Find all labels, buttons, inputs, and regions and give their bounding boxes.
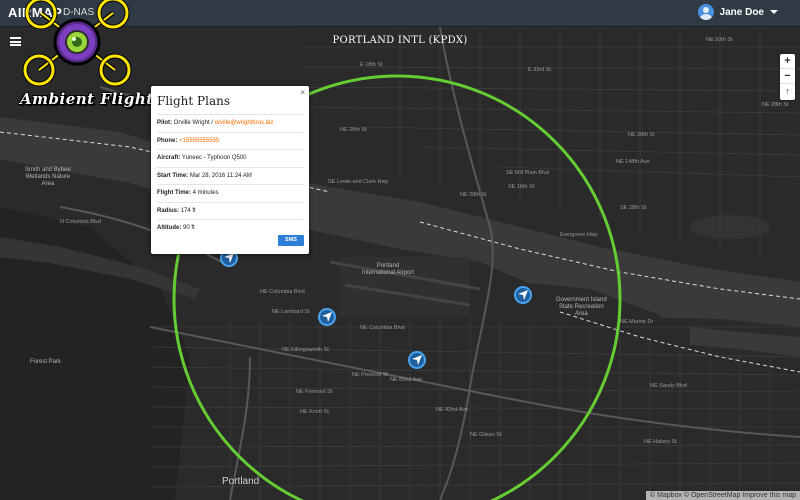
- zoom-out-button[interactable]: −: [780, 69, 795, 84]
- city-label-portland: Portland: [222, 476, 260, 487]
- close-icon[interactable]: ×: [300, 88, 305, 97]
- aircraft-label: Aircraft:: [157, 155, 181, 161]
- flight-time-row: Flight Time: 4 minutes: [157, 184, 303, 202]
- phone-row: Phone: +15555555555: [157, 131, 303, 150]
- start-time-value: Mar 28, 2016 11:24 AM: [189, 172, 252, 179]
- user-name: Jane Doe: [719, 6, 764, 18]
- start-time-label: Start Time:: [157, 172, 189, 179]
- street-label: NE Marine Dr: [620, 319, 654, 325]
- ambient-flight-logo: Ambient Flight: [8, 0, 158, 108]
- place-label-portland-airport: Portland International Airport: [362, 263, 415, 276]
- phone-link[interactable]: +15555555555: [179, 138, 219, 144]
- street-label: NE 28th St: [762, 102, 789, 108]
- street-label: NE 28th St: [460, 192, 487, 198]
- street-label: SE 16th St: [508, 184, 535, 190]
- place-label-government-island: Government Island State Recreation Area: [556, 297, 607, 317]
- street-label: NE Lombard St: [272, 309, 310, 315]
- place-label-smith-bybee: Smith and Bybee Wetlands Nature Area: [25, 167, 71, 187]
- pilot-label: Pilot:: [157, 120, 172, 126]
- flight-plans-popup: × Flight Plans Pilot: Orville Wright / o…: [151, 86, 309, 254]
- street-label: SE 28th St: [620, 205, 647, 211]
- street-label: NE Halsey St: [644, 439, 677, 445]
- street-label: NE Prescott St: [352, 372, 389, 378]
- place-label-forest-park: Forest Park: [30, 359, 62, 365]
- paper-plane-icon: [518, 290, 528, 300]
- altitude-label: Altitude:: [157, 225, 182, 231]
- paper-plane-icon: [224, 253, 234, 263]
- compass-button[interactable]: ↑: [780, 84, 795, 99]
- street-label: NE Fremont St: [296, 389, 333, 395]
- drone-marker[interactable]: [408, 351, 426, 369]
- user-menu[interactable]: Jane Doe: [697, 4, 778, 20]
- radius-row: Radius: 174 ft: [157, 201, 303, 220]
- street-label: NE Columbia Blvd: [260, 289, 305, 295]
- pilot-name: Orville Wright: [173, 120, 210, 126]
- street-label: NE 28th St: [628, 132, 655, 138]
- flight-time-label: Flight Time:: [157, 190, 191, 196]
- street-label: Evergreen Hwy: [560, 232, 598, 238]
- street-label: NE Columbia Blvd: [360, 325, 405, 331]
- popup-title: Flight Plans: [157, 94, 231, 108]
- drone-marker[interactable]: [318, 308, 336, 326]
- user-avatar-icon: [697, 4, 714, 20]
- street-label: NE Killingsworth St: [282, 347, 329, 353]
- flight-time-value: 4 minutes: [192, 190, 219, 196]
- start-time-row: Start Time: Mar 28, 2016 11:24 AM: [157, 166, 303, 185]
- street-label: NE Sandy Blvd: [650, 383, 687, 389]
- street-label: NE 148th Ave: [616, 159, 650, 165]
- zoom-controls: + − ↑: [780, 54, 795, 100]
- street-label: NE Glisan St: [470, 432, 502, 438]
- chevron-down-icon: [770, 10, 778, 14]
- street-label: NE 42nd Ave: [436, 407, 469, 413]
- map-attribution[interactable]: © Mapbox © OpenStreetMap Improve this ma…: [645, 491, 800, 500]
- aircraft-value: Yuneec - Typhoon Q500: [181, 155, 247, 161]
- street-label: N Columbia Blvd: [60, 219, 101, 225]
- paper-plane-icon: [412, 355, 422, 365]
- pilot-email-link[interactable]: orville@wrightbros.biz: [215, 120, 274, 126]
- phone-label: Phone:: [157, 137, 178, 144]
- altitude-value: 90 ft: [183, 225, 195, 231]
- street-label: E 33rd St: [528, 67, 551, 73]
- altitude-row: Altitude: 90 ft: [157, 219, 303, 237]
- paper-plane-icon: [322, 312, 332, 322]
- street-label: SE Lewis and Clark Hwy: [328, 179, 389, 185]
- logo-text: Ambient Flight: [20, 90, 154, 108]
- zoom-in-button[interactable]: +: [780, 54, 795, 69]
- radius-value: 174 ft: [180, 207, 196, 214]
- app-window: AIRMAP D-NAS Jane Doe Ambient Flight Smi…: [0, 0, 800, 500]
- sms-button[interactable]: SMS: [278, 235, 304, 246]
- street-label: SE Mill Plain Blvd: [506, 170, 550, 176]
- street-label: E 18th St: [360, 62, 383, 68]
- radius-label: Radius:: [157, 207, 180, 214]
- street-label: NE Knott St: [300, 409, 329, 415]
- street-label: NE 28th St: [340, 127, 367, 133]
- drone-marker[interactable]: [514, 286, 532, 304]
- aircraft-row: Aircraft: Yuneec - Typhoon Q500: [157, 149, 303, 167]
- pilot-row: Pilot: Orville Wright / orville@wrightbr…: [157, 114, 303, 132]
- street-label: NE 82nd Ave: [390, 377, 423, 383]
